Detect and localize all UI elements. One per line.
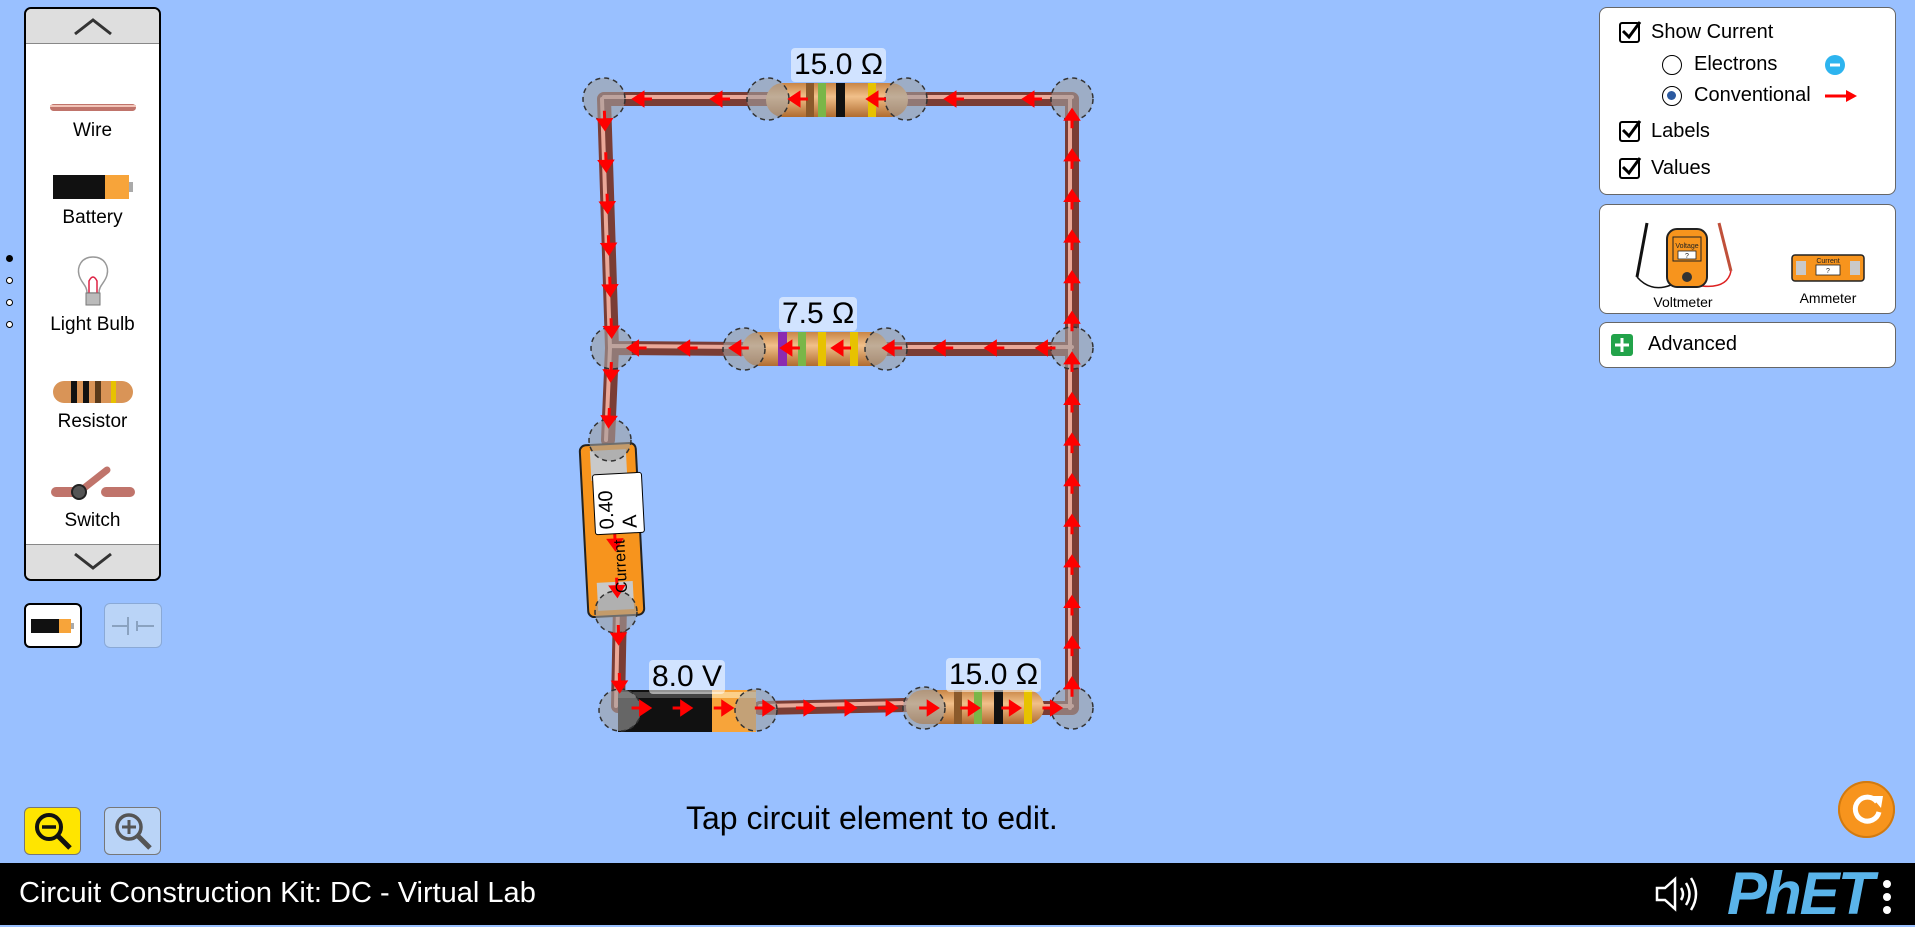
- menu-button[interactable]: [1882, 879, 1892, 915]
- zoom-out-icon: [34, 813, 72, 850]
- voltmeter-face-label: Voltage: [1675, 243, 1698, 250]
- checkbox[interactable]: [1619, 21, 1642, 43]
- resistor-middle-value[interactable]: 7.5 Ω: [779, 297, 858, 331]
- zoom-in-button[interactable]: [104, 807, 161, 855]
- voltmeter-icon: Voltage ?: [1635, 222, 1733, 289]
- advanced-label: Advanced: [1648, 333, 1737, 355]
- checkmark-icon: [1621, 21, 1642, 40]
- electron-icon: [1825, 54, 1845, 75]
- reset-icon: [1852, 794, 1883, 824]
- sound-icon[interactable]: [1655, 876, 1703, 912]
- ammeter-icon: Current ?: [1791, 254, 1865, 282]
- battery-voltage-value[interactable]: 8.0 V: [649, 660, 726, 694]
- ammeter-tool[interactable]: Current ? Ammeter: [1788, 253, 1868, 309]
- ammeter-face-reading: ?: [1826, 268, 1830, 275]
- vertex[interactable]: [884, 77, 928, 121]
- checkbox[interactable]: [1619, 157, 1642, 179]
- labels-label: Labels: [1651, 120, 1710, 142]
- conventional-label: Conventional: [1694, 84, 1811, 106]
- ammeter-tool-label: Ammeter: [1799, 290, 1857, 306]
- conventional-arrow-icon: [1825, 89, 1857, 102]
- vertex[interactable]: [598, 688, 642, 732]
- wire-highlight: [600, 95, 1074, 710]
- edit-hint-text: Tap circuit element to edit.: [686, 800, 1058, 836]
- radio-button[interactable]: [1662, 54, 1682, 75]
- conventional-radio[interactable]: Conventional: [1662, 84, 1858, 107]
- show-current-checkbox[interactable]: Show Current: [1619, 21, 1773, 44]
- checkmark-icon: [1621, 157, 1642, 176]
- advanced-expand-button[interactable]: [1611, 334, 1633, 356]
- current-arrows: [595, 90, 1081, 717]
- wires[interactable]: [597, 92, 1079, 715]
- ammeter-face-label: Current: [1816, 258, 1839, 265]
- reset-all-button[interactable]: [1838, 781, 1895, 838]
- vertex[interactable]: [594, 590, 638, 634]
- display-options-panel: Show Current Electrons Conventional Labe…: [1599, 7, 1896, 195]
- zoom-in-icon: [114, 813, 152, 850]
- resistor-bottom-value[interactable]: 15.0 Ω: [946, 658, 1042, 692]
- voltmeter-tool[interactable]: Voltage ? Voltmeter: [1628, 215, 1738, 311]
- electrons-radio[interactable]: Electrons: [1662, 53, 1846, 76]
- checkbox[interactable]: [1619, 120, 1642, 142]
- zoom-out-button[interactable]: [24, 807, 81, 855]
- vertex[interactable]: [746, 77, 790, 121]
- ammeter-label: Current: [611, 539, 632, 594]
- ammeter-value: 0.40 A: [591, 471, 645, 535]
- checkmark-icon: [1621, 120, 1642, 139]
- advanced-panel[interactable]: Advanced: [1599, 322, 1896, 368]
- voltmeter-label: Voltmeter: [1653, 294, 1713, 310]
- wire[interactable]: [597, 92, 1079, 715]
- sensor-toolbox-panel: Voltage ? Voltmeter Current ? Ammeter: [1599, 204, 1896, 314]
- labels-checkbox[interactable]: Labels: [1619, 120, 1710, 143]
- show-current-label: Show Current: [1651, 21, 1774, 43]
- simulation-title: Circuit Construction Kit: DC - Virtual L…: [19, 877, 536, 909]
- radio-button[interactable]: [1662, 85, 1682, 106]
- resistor-top-value[interactable]: 15.0 Ω: [791, 48, 887, 82]
- navigation-bar: Circuit Construction Kit: DC - Virtual L…: [0, 863, 1915, 925]
- electrons-label: Electrons: [1694, 53, 1778, 75]
- voltmeter-face-reading: ?: [1685, 253, 1689, 260]
- values-checkbox[interactable]: Values: [1619, 157, 1711, 180]
- ammeter-readout: Current 0.40 A: [591, 471, 645, 594]
- phet-logo[interactable]: PhET: [1727, 864, 1874, 924]
- values-label: Values: [1651, 157, 1711, 179]
- plus-icon: [1615, 338, 1629, 352]
- vertices[interactable]: [582, 77, 1094, 732]
- kebab-menu-icon: [1883, 880, 1891, 914]
